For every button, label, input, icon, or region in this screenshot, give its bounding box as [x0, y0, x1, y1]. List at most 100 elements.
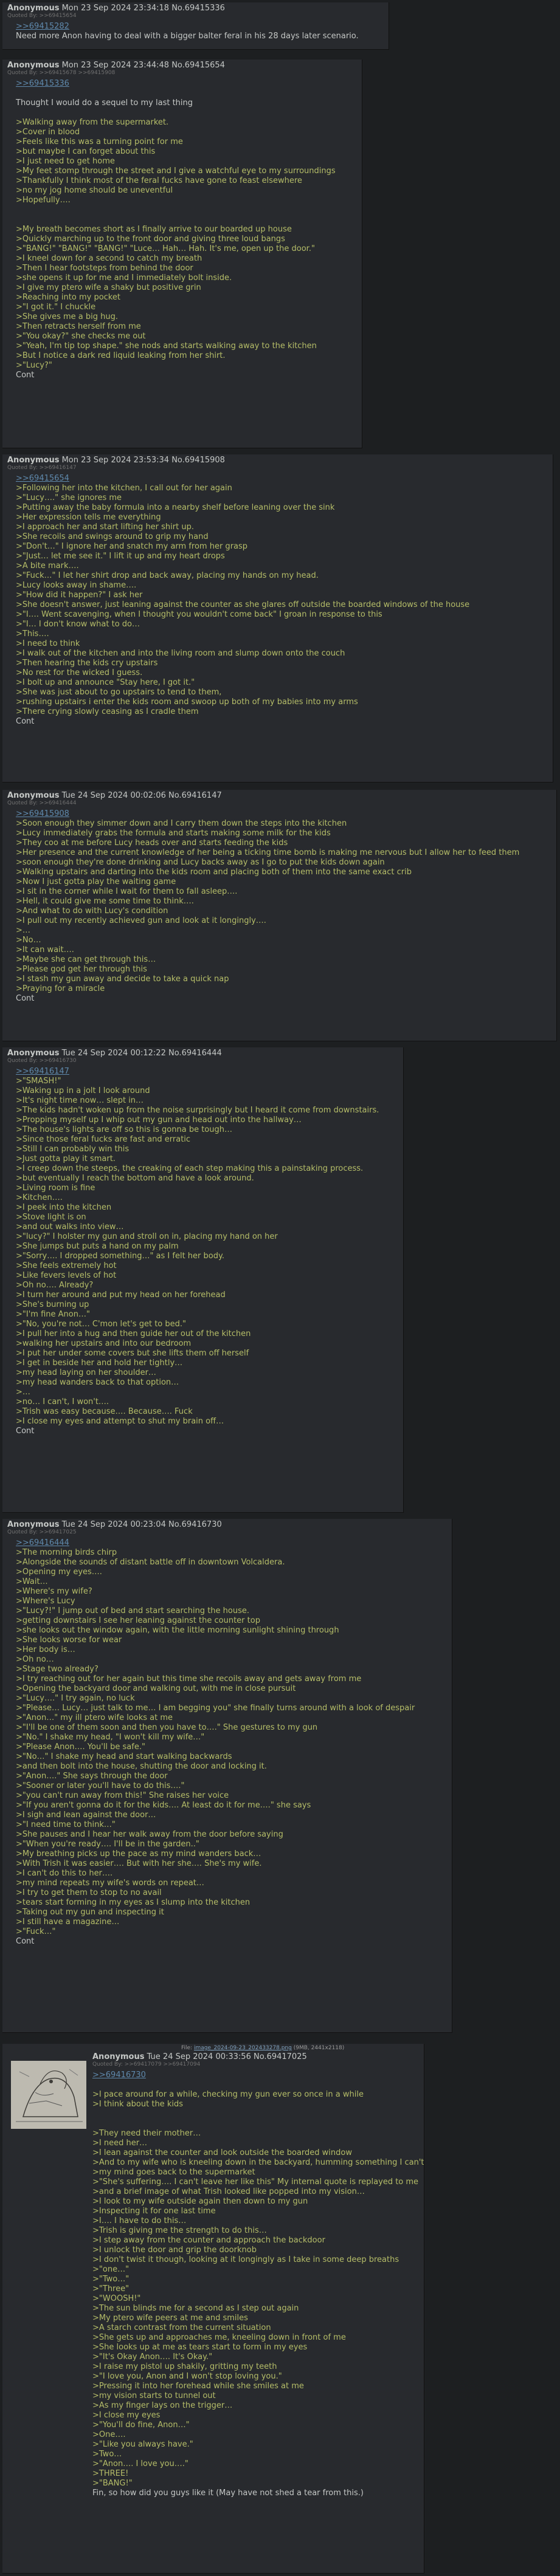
file-link[interactable]: image_2024-09-23_202433278.png — [194, 2045, 292, 2051]
greentext-line: >Living room is fine — [16, 1184, 95, 1193]
text-line: Cont — [16, 994, 35, 1003]
greentext-line: >"No…" I shake my head and start walking… — [16, 1752, 232, 1761]
greentext-line: >"Anon…. I love you…." — [92, 2459, 188, 2468]
text-line — [16, 89, 357, 98]
greentext-line: >I look to my wife outside again then do… — [92, 2197, 308, 2206]
greentext-line: >She recoils and swings around to grip m… — [16, 532, 209, 541]
greentext-line: >Hell, it could give me some time to thi… — [16, 897, 194, 906]
greentext-line: >… — [16, 1388, 30, 1397]
greentext-line: >"Two…" — [92, 2275, 130, 2284]
greentext-line: >I get in beside her and hold her tightl… — [16, 1358, 183, 1368]
greentext-line: >My breathing picks up the pace as my mi… — [16, 1849, 261, 1858]
greentext-line: >"No." I shake my head, "I won't kill my… — [16, 1733, 205, 1742]
image-thumbnail[interactable] — [11, 2061, 86, 2129]
quoted-by[interactable]: Quoted By: >>69416444 — [7, 800, 551, 807]
quoted-by[interactable]: Quoted By: >>69417079 >>69417094 — [92, 2061, 419, 2068]
greentext-line: >but eventually I reach the bottom and h… — [16, 1174, 254, 1183]
greentext-line: >Soon enough they simmer down and I carr… — [16, 819, 347, 828]
poster-name: Anonymous — [92, 2052, 145, 2061]
greentext-line: >Then retracts herself from me — [16, 322, 141, 331]
post-number[interactable]: No.69415336 — [171, 4, 225, 13]
greentext-line: >Thankfully I think most of the feral fu… — [16, 176, 302, 185]
greentext-line: >Where's my wife? — [16, 1587, 92, 1596]
greentext-line: >My breath becomes short as I finally ar… — [16, 225, 292, 234]
greentext-line: >and a brief image of what Trish looked … — [92, 2187, 365, 2196]
greentext-line: >I bolt up and announce "Stay here, I go… — [16, 678, 195, 687]
post-date: Tue 24 Sep 2024 00:02:06 — [61, 791, 166, 800]
greentext-line: >"Sooner or later you'll have to do this… — [16, 1781, 185, 1790]
greentext-line: >THREE! — [92, 2469, 129, 2478]
greentext-line: >They coo at me before Lucy heads over a… — [16, 838, 288, 848]
greentext-line: >One…. — [92, 2430, 126, 2439]
quote-link[interactable]: >>69416444 — [16, 1538, 447, 1548]
post-header: Anonymous Tue 24 Sep 2024 00:02:06 No.69… — [7, 791, 551, 800]
greentext-line: >Feels like this was a turning point for… — [16, 137, 183, 146]
greentext-line: >my head laying on her shoulder… — [16, 1368, 156, 1377]
quoted-by[interactable]: Quoted By: >>69416730 — [7, 1058, 398, 1064]
greentext-line: >There crying slowly ceasing as I cradle… — [16, 707, 199, 716]
greentext-line: >"No, you're not… C'mon let's get to bed… — [16, 1320, 186, 1329]
poster-name: Anonymous — [7, 456, 60, 465]
greentext-line: >"BANG!" — [92, 2479, 133, 2488]
greentext-line: >Now I just gotta play the waiting game — [16, 877, 176, 886]
post-number[interactable]: No.69416444 — [168, 1049, 222, 1058]
post-date: Mon 23 Sep 2024 23:44:48 — [61, 61, 170, 70]
greentext-line: >As my finger lays on the trigger… — [92, 2401, 233, 2410]
greentext-line: >I kneel down for a second to catch my b… — [16, 254, 202, 263]
greentext-line: >soon enough they're done drinking and L… — [16, 858, 385, 867]
post-date: Tue 24 Sep 2024 00:12:22 — [61, 1049, 166, 1058]
greentext-line: >rushing upstairs i enter the kids room … — [16, 697, 358, 707]
greentext-line: >"SMASH!" — [16, 1077, 61, 1086]
quoted-by[interactable]: Quoted By: >>69417025 — [7, 1529, 447, 1536]
quote-link[interactable]: >>69416730 — [92, 2071, 419, 2080]
post-header: Anonymous Tue 24 Sep 2024 00:12:22 No.69… — [7, 1049, 398, 1058]
text-line — [16, 205, 357, 215]
greentext-line: >"lucy?" I holster my gun and stroll on … — [16, 1232, 278, 1241]
greentext-line: >I sit in the corner while I wait for th… — [16, 887, 238, 896]
greentext-line: >I try to get them to stop to no avail — [16, 1888, 162, 1897]
greentext-line: >Still I can probably win this — [16, 1145, 130, 1154]
greentext-line: >I can't do this to her…. — [16, 1869, 113, 1878]
quote-link[interactable]: >>69415282 — [16, 22, 384, 32]
greentext-line: >She pauses and I hear her walk away fro… — [16, 1830, 283, 1839]
greentext-line: >I put her under some covers but she lif… — [16, 1349, 249, 1358]
greentext-line: >Cover in blood — [16, 128, 80, 137]
greentext-line: >A bite mark…. — [16, 561, 79, 570]
greentext-line: >Then I hear footsteps from behind the d… — [16, 264, 193, 273]
greentext-line: >Her expression tells me everything — [16, 513, 161, 522]
text-line — [92, 2080, 419, 2090]
post-header: Anonymous Mon 23 Sep 2024 23:44:48 No.69… — [7, 61, 357, 70]
greentext-line: >"Lucy…." she ignores me — [16, 493, 122, 502]
greentext-line: >"Anon…" my ill ptero wife looks at me — [16, 1713, 173, 1722]
greentext-line: >Two… — [92, 2450, 122, 2459]
reply-post: Anonymous Tue 24 Sep 2024 00:12:22 No.69… — [2, 1047, 404, 1513]
greentext-line: >"I…. Went scavenging, when I thought yo… — [16, 610, 382, 619]
quoted-by[interactable]: Quoted By: >>69415654 — [7, 13, 384, 19]
greentext-line: >"Just… let me see it." I lift it up and… — [16, 552, 225, 561]
post-number[interactable]: No.69415654 — [171, 61, 225, 70]
post-number[interactable]: No.69415908 — [171, 456, 225, 465]
greentext-line: >I pull her into a hug and then guide he… — [16, 1329, 251, 1338]
post-number[interactable]: No.69416730 — [168, 1520, 222, 1529]
post-body: >>69415908 >Soon enough they simmer down … — [16, 809, 551, 1004]
greentext-line: >"If you aren't gonna do it for the kids… — [16, 1801, 311, 1810]
greentext-line: >Lucy immediately grabs the formula and … — [16, 829, 331, 838]
greentext-line: >I close my eyes and attempt to shut my … — [16, 1417, 224, 1426]
text-line — [92, 2109, 419, 2119]
quote-link[interactable]: >>69415336 — [16, 79, 357, 89]
quote-link[interactable]: >>69415908 — [16, 809, 551, 819]
greentext-line: >"I'm fine Anon…" — [16, 1310, 90, 1319]
greentext-line: >my vision starts to tunnel out — [92, 2391, 216, 2400]
greentext-line: >"you can't run away from this!" She rai… — [16, 1791, 229, 1800]
greentext-line: >I try reaching out for her again but th… — [16, 1674, 362, 1684]
greentext-line: >Her presence and the current knowledge … — [16, 848, 520, 857]
quote-link[interactable]: >>69416147 — [16, 1067, 398, 1077]
post-number[interactable]: No.69417025 — [254, 2052, 307, 2061]
post-number[interactable]: No.69416147 — [168, 791, 222, 800]
quote-link[interactable]: >>69415654 — [16, 474, 548, 484]
poster-name: Anonymous — [7, 4, 60, 13]
greentext-line: >"Please Anon…. You'll be safe." — [16, 1742, 145, 1752]
file-info: File: image_2024-09-23_202433278.png (9M… — [181, 2045, 344, 2051]
quoted-by[interactable]: Quoted By: >>69416147 — [7, 465, 548, 471]
quoted-by[interactable]: Quoted By: >>69415678 >>69415908 — [7, 70, 357, 77]
